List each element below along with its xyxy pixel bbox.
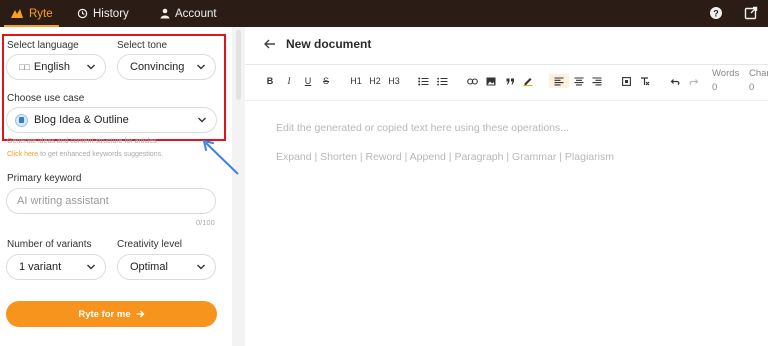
use-case-description: Generate ideas and content structure for… xyxy=(7,138,157,145)
variants-value: 1 variant xyxy=(19,261,62,273)
annotation-arrow-icon xyxy=(203,140,239,175)
keyword-suggestion-hint: Click here to get enhanced keywords sugg… xyxy=(7,151,163,158)
image-button[interactable] xyxy=(485,74,497,88)
bullet-list-icon xyxy=(417,77,428,85)
embed-button[interactable] xyxy=(620,74,632,88)
keyword-char-counter: 0/100 xyxy=(196,218,215,227)
undo-icon xyxy=(670,78,680,85)
quote-button[interactable] xyxy=(504,74,516,88)
highlight-annotation-box xyxy=(2,34,226,141)
quote-icon xyxy=(506,78,514,84)
nav-tab-account-label: Account xyxy=(175,7,217,20)
bullet-list-button[interactable] xyxy=(417,74,429,88)
creativity-select[interactable]: Optimal xyxy=(117,254,216,280)
help-button[interactable]: ? xyxy=(708,5,724,21)
external-link-icon xyxy=(744,6,758,20)
primary-keyword-input[interactable]: AI writing assistant xyxy=(6,188,216,214)
word-count-label: Words xyxy=(712,68,740,79)
nav-tab-ryte[interactable]: Ryte xyxy=(4,0,59,27)
align-center-icon xyxy=(574,76,584,85)
char-count-label: Char xyxy=(749,68,768,79)
toolbar-divider xyxy=(245,100,768,101)
highlight-color-button[interactable] xyxy=(522,74,534,88)
underline-button[interactable]: U xyxy=(303,74,313,88)
nav-tab-history-label: History xyxy=(93,7,129,20)
editor-header: New document xyxy=(264,37,371,51)
undo-button[interactable] xyxy=(669,74,681,88)
creativity-value: Optimal xyxy=(130,261,168,273)
primary-keyword-label: Primary keyword xyxy=(7,173,82,184)
ryte-logo-icon xyxy=(11,8,23,18)
strikethrough-button[interactable]: S xyxy=(321,74,331,88)
panel-scrollbar[interactable] xyxy=(236,30,241,100)
keyword-hint-text: to get enhanced keywords suggestions. xyxy=(38,151,164,158)
italic-button[interactable]: I xyxy=(285,74,293,88)
user-icon xyxy=(160,8,170,19)
link-button[interactable] xyxy=(466,74,478,88)
heading3-button[interactable]: H3 xyxy=(386,74,402,88)
numbered-list-button[interactable] xyxy=(436,74,448,88)
nav-tab-ryte-label: Ryte xyxy=(29,7,53,20)
heading1-button[interactable]: H1 xyxy=(348,74,364,88)
back-arrow-icon[interactable] xyxy=(264,39,276,49)
help-icon: ? xyxy=(710,7,722,19)
editor-placeholder-operations: Expand | Shorten | Reword | Append | Par… xyxy=(276,151,614,163)
chevron-down-icon xyxy=(87,264,95,270)
pen-icon xyxy=(523,78,533,86)
align-right-icon xyxy=(592,76,602,85)
primary-keyword-placeholder: AI writing assistant xyxy=(17,195,109,207)
top-navigation-bar: Ryte History Account ? xyxy=(0,0,768,27)
align-right-button[interactable] xyxy=(591,74,603,88)
variants-select[interactable]: 1 variant xyxy=(6,254,106,280)
redo-icon xyxy=(689,78,699,85)
click-here-link[interactable]: Click here xyxy=(7,151,38,158)
align-center-button[interactable] xyxy=(573,74,585,88)
align-left-icon xyxy=(554,76,564,85)
document-title: New document xyxy=(286,37,372,51)
ryte-for-me-button[interactable]: Ryte for me xyxy=(6,301,217,327)
creativity-label: Creativity level xyxy=(117,239,183,250)
link-icon xyxy=(466,77,478,85)
char-count-value: 0 xyxy=(749,82,755,93)
bold-button[interactable]: B xyxy=(265,74,275,88)
editor-placeholder-instructions[interactable]: Edit the generated or copied text here u… xyxy=(276,122,569,134)
chevron-down-icon xyxy=(197,264,205,270)
align-left-button[interactable] xyxy=(549,74,569,88)
header-divider xyxy=(245,64,768,65)
redo-button[interactable] xyxy=(688,74,700,88)
history-icon xyxy=(77,8,88,19)
ryte-for-me-label: Ryte for me xyxy=(78,308,131,320)
arrow-right-icon xyxy=(136,310,145,318)
word-count-value: 0 xyxy=(712,82,718,93)
nav-tab-history[interactable]: History xyxy=(77,0,129,27)
clear-formatting-button[interactable] xyxy=(639,74,651,88)
embed-box-icon xyxy=(621,76,631,86)
svg-text:?: ? xyxy=(713,9,719,19)
numbered-list-icon xyxy=(436,77,447,85)
image-icon xyxy=(486,77,496,85)
open-external-button[interactable] xyxy=(743,5,759,21)
nav-tab-account[interactable]: Account xyxy=(160,0,217,27)
clear-format-icon xyxy=(641,76,650,85)
heading2-button[interactable]: H2 xyxy=(367,74,383,88)
variants-label: Number of variants xyxy=(7,239,92,250)
